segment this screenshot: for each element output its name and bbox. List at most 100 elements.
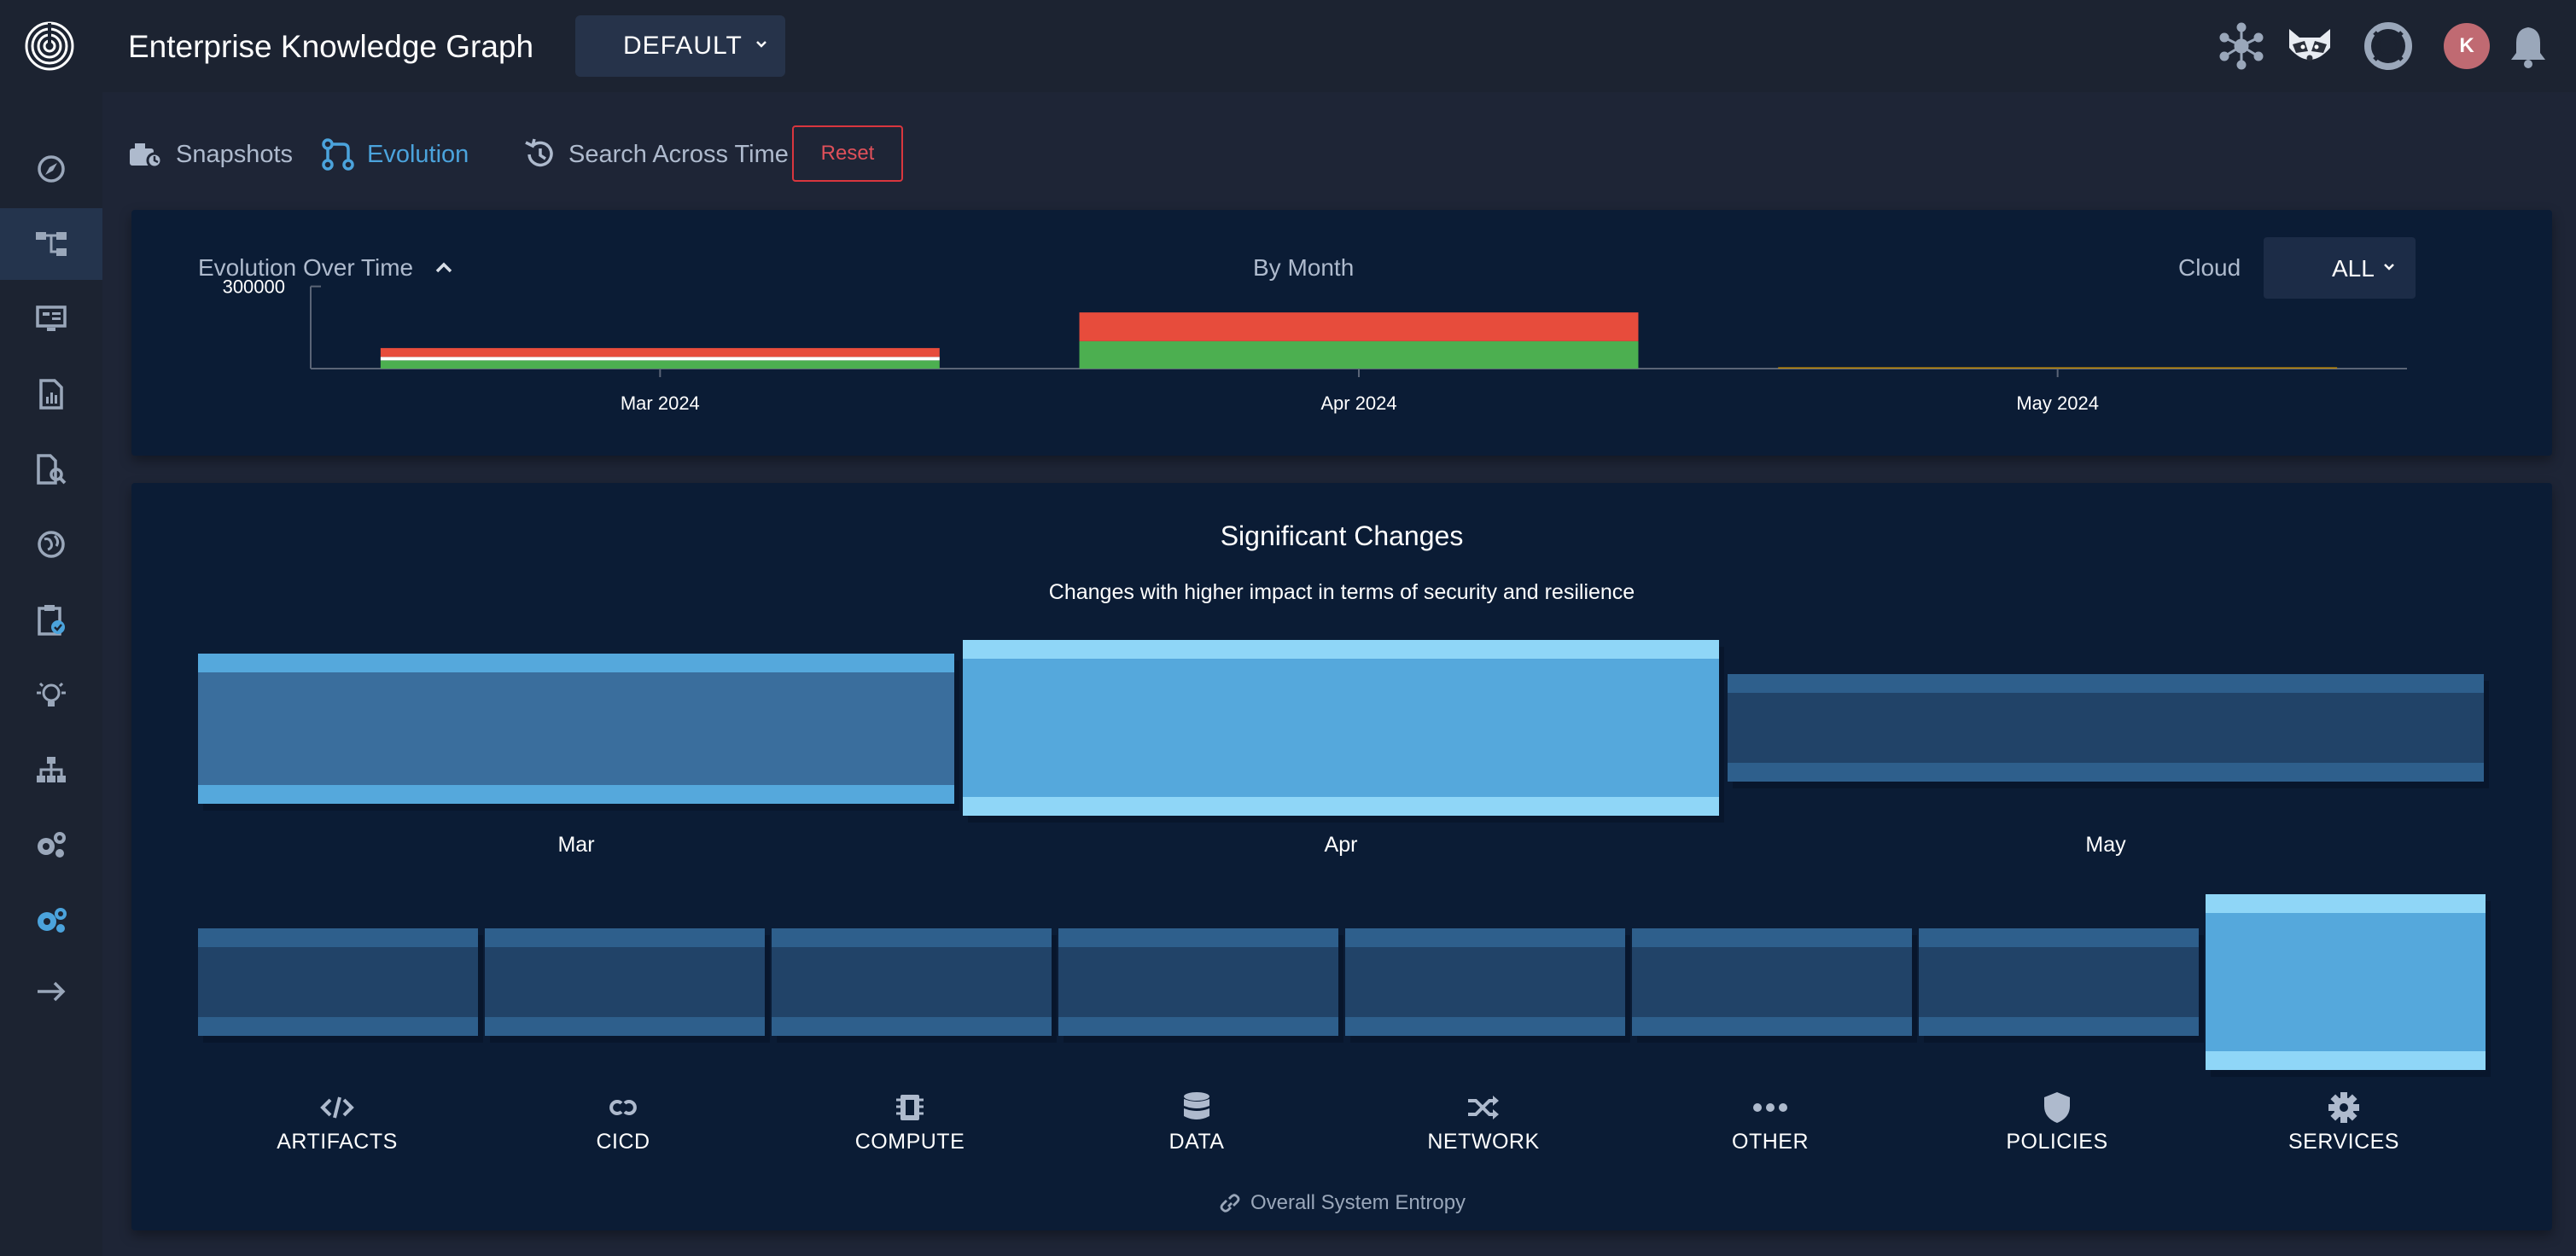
category-artifacts[interactable]: ARTIFACTS	[209, 1089, 465, 1154]
category-label: NETWORK	[1427, 1130, 1540, 1154]
compass-icon	[38, 155, 65, 183]
tab-evolution-label: Evolution	[367, 140, 469, 168]
category-label: OTHER	[1732, 1130, 1809, 1154]
user-avatar[interactable]: K	[2441, 20, 2492, 72]
tile-stripe-top	[1058, 928, 1338, 947]
tile-stripe-bottom	[1728, 763, 2484, 782]
tile-stripe-bottom	[1345, 1017, 1625, 1036]
tile-stripe-bottom	[1632, 1017, 1912, 1036]
category-compute[interactable]: COMPUTE	[782, 1089, 1038, 1154]
link-cycle-icon	[609, 1100, 637, 1115]
month-label: Apr	[1325, 833, 1358, 857]
evolution-panel: Evolution Over Time By Month Cloud ALL 3…	[131, 210, 2552, 456]
tile-stripe-top	[198, 928, 478, 947]
category-other[interactable]: OTHER	[1642, 1089, 1898, 1154]
bell-icon[interactable]	[2503, 20, 2554, 72]
category-tile	[1632, 928, 1917, 1043]
category-label: CICD	[596, 1130, 650, 1154]
category-network[interactable]: NETWORK	[1355, 1089, 1611, 1154]
tile-stripe-bottom	[198, 1017, 478, 1036]
category-services[interactable]: SERVICES	[2216, 1089, 2472, 1154]
settings-icon	[38, 908, 67, 933]
top-bar: Enterprise Knowledge Graph DEFAULT K	[0, 0, 2576, 92]
tile-stripe-top	[198, 654, 954, 672]
tab-evolution[interactable]: Evolution	[321, 125, 469, 184]
app-logo-icon[interactable]	[24, 20, 75, 72]
database-icon	[1184, 1092, 1209, 1119]
network-graph-icon[interactable]	[2216, 20, 2267, 72]
monitor-icon	[36, 305, 67, 331]
sidebar-item-cloud[interactable]	[0, 509, 102, 580]
raccoon-mascot-icon[interactable]	[2284, 20, 2335, 72]
tile-body	[963, 640, 1719, 816]
sidebar-expand-button[interactable]	[0, 956, 102, 1027]
category-tile	[1345, 928, 1630, 1043]
category-label: DATA	[1169, 1130, 1225, 1154]
environment-select[interactable]: DEFAULT	[575, 15, 785, 77]
gears-icon	[38, 832, 66, 858]
shuffle-icon	[1468, 1096, 1499, 1119]
bar-red	[1079, 312, 1639, 341]
lifebuoy-icon[interactable]	[2363, 20, 2414, 72]
graph-icon	[36, 232, 67, 256]
bar-red	[380, 347, 940, 358]
category-tile	[1919, 928, 2204, 1043]
branch-icon	[322, 138, 354, 171]
category-label: ARTIFACTS	[277, 1130, 398, 1154]
tile-stripe-bottom	[1919, 1017, 2199, 1036]
document-search-icon	[37, 454, 67, 485]
tab-snapshots-label: Snapshots	[176, 140, 294, 168]
tile-stripe-top	[772, 928, 1052, 947]
sidebar-item-hierarchy[interactable]	[0, 734, 102, 805]
category-tile	[1058, 928, 1343, 1043]
avatar-initial: K	[2444, 23, 2490, 69]
overall-entropy-link[interactable]: Overall System Entropy	[131, 1191, 2552, 1215]
tab-snapshots[interactable]: Snapshots	[128, 125, 293, 184]
gear-icon	[2328, 1092, 2359, 1123]
report-icon	[39, 379, 63, 410]
significant-changes-panel: Significant Changes Changes with higher …	[131, 483, 2552, 1230]
evolution-chart: 300000 Mar 2024 Apr 2024 May 2024	[223, 276, 2407, 414]
bar-green	[380, 360, 940, 369]
sidebar-item-dashboard[interactable]	[0, 133, 102, 205]
sidebar-item-monitor[interactable]	[0, 283, 102, 355]
category-cicd[interactable]: CICD	[495, 1089, 751, 1154]
lightbulb-icon	[37, 682, 66, 706]
ellipsis-icon	[1753, 1103, 1787, 1112]
sidebar-item-settings[interactable]	[0, 884, 102, 956]
y-tick-label: 300000	[223, 276, 285, 298]
tile-stripe-bottom	[198, 785, 954, 804]
category-data[interactable]: DATA	[1069, 1089, 1325, 1154]
app-title: Enterprise Knowledge Graph	[128, 29, 534, 64]
camera-icon	[130, 143, 163, 169]
sidebar-item-search[interactable]	[0, 433, 102, 505]
x-tick-label: Mar 2024	[621, 392, 700, 414]
sidebar-item-insights[interactable]	[0, 659, 102, 730]
tile-stripe-top	[1632, 928, 1912, 947]
category-tile	[198, 928, 483, 1043]
bar-separator	[380, 357, 940, 361]
category-policies[interactable]: POLICIES	[1929, 1089, 2185, 1154]
chip-icon	[896, 1095, 924, 1120]
arrow-right-icon	[38, 981, 66, 1002]
link-icon	[1220, 1194, 1240, 1212]
sidebar-item-integrations[interactable]	[0, 809, 102, 881]
x-tick-label: May 2024	[2016, 392, 2099, 414]
tile-stripe-top	[1919, 928, 2199, 947]
tile-stripe-bottom	[1058, 1017, 1338, 1036]
tile-body	[2206, 894, 2486, 1070]
tile-stripe-bottom	[485, 1017, 765, 1036]
reset-button[interactable]: Reset	[792, 125, 903, 182]
sidebar-item-compliance[interactable]	[0, 584, 102, 655]
category-tile	[2206, 894, 2491, 1077]
tile-stripe-top	[1345, 928, 1625, 947]
tile-stripe-top	[963, 640, 1719, 659]
globe-icon	[38, 531, 65, 558]
tile-stripe-top	[485, 928, 765, 947]
category-label: COMPUTE	[854, 1130, 965, 1154]
tile-stripe-top	[1728, 674, 2484, 693]
sidebar-item-reports[interactable]	[0, 358, 102, 430]
view-tabs: Snapshots Evolution Search Across Time	[128, 125, 1152, 184]
tab-search-across-time[interactable]: Search Across Time	[522, 125, 789, 184]
sidebar-item-graph[interactable]	[0, 208, 102, 280]
